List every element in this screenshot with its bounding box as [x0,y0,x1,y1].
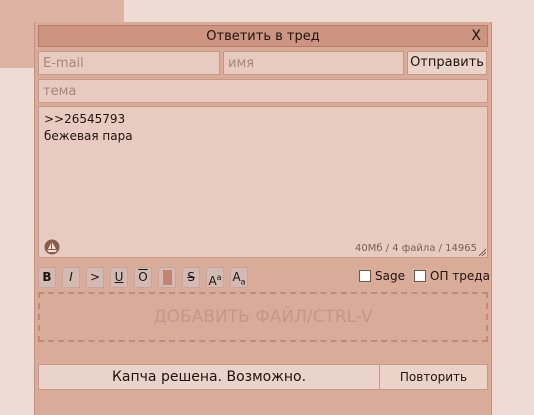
boat-icon[interactable] [44,239,60,255]
name-field[interactable] [223,51,404,75]
retry-button[interactable]: Повторить [379,364,488,390]
captcha-status: Капча решена. Возможно. [38,364,380,390]
file-dropzone[interactable]: ДОБАВИТЬ ФАЙЛ/CTRL-V [38,292,488,342]
comment-line-quote: >>26545793 [44,112,126,126]
limits-counter: 40Мб / 4 файла / 14965 [354,243,477,254]
resize-handle-icon[interactable] [478,248,486,256]
reply-form-title: Ответить в тред [206,29,320,44]
sage-checkbox[interactable] [359,270,371,282]
underline-button[interactable]: U [110,267,128,288]
subscript-main: A [232,270,241,284]
comment-textarea[interactable]: >>26545793 бежевая пара 40Мб / 4 файла /… [38,106,488,258]
overline-button[interactable]: O [134,267,152,288]
reply-form-header[interactable]: Ответить в тред X [38,25,488,47]
superscript-small: a [216,273,222,282]
op-label: ОП треда [430,269,490,283]
superscript-button[interactable]: Aa [206,267,224,288]
subscript-small: a [240,277,246,287]
subscript-button[interactable]: Aa [230,267,248,288]
italic-button[interactable]: I [62,267,80,288]
strike-button[interactable]: S [182,267,200,288]
close-button[interactable]: X [471,28,481,44]
superscript-main: A [208,274,217,288]
send-button[interactable]: Отправить [407,51,487,75]
quote-button[interactable]: > [86,267,104,288]
spoiler-button[interactable] [158,267,176,288]
subject-field[interactable] [38,79,488,103]
op-checkbox[interactable] [414,270,426,282]
reply-form: Ответить в тред X Отправить >>26545793 б… [34,22,492,415]
comment-text: >>26545793 бежевая пара [44,111,133,145]
spoiler-swatch [162,270,172,285]
email-field[interactable] [38,51,220,75]
sage-label: Sage [375,269,405,283]
bold-button[interactable]: B [38,267,56,288]
comment-line-text: бежевая пара [44,129,133,143]
